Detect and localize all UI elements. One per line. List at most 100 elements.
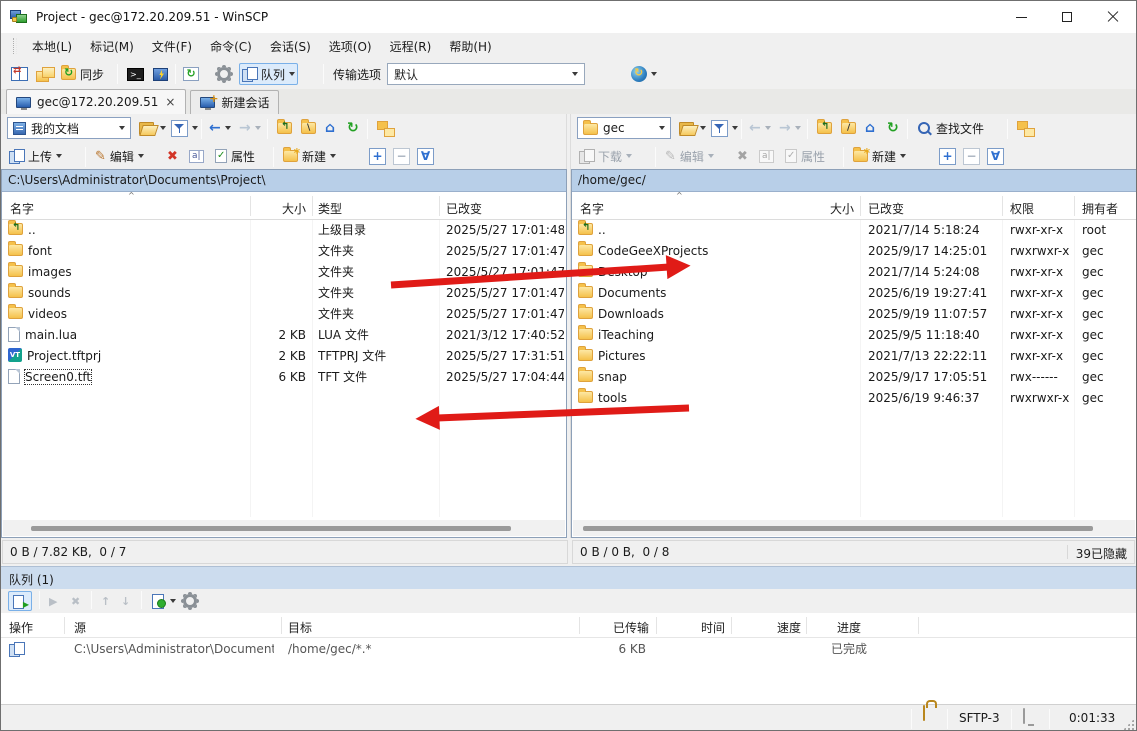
remote-col-perm[interactable]: 权限 [1010, 200, 1034, 217]
console-button[interactable]: >_ [125, 63, 146, 85]
file-row[interactable]: sounds 文件夹 2025/5/27 17:01:47 [2, 283, 566, 304]
local-parent-dir-button[interactable] [275, 117, 294, 139]
transfer-settings-dropdown[interactable]: 默认 [387, 63, 585, 85]
remote-edit-button[interactable]: ✎编辑 [663, 145, 716, 167]
local-col-size[interactable]: 大小 [252, 200, 306, 217]
maximize-button[interactable] [1044, 1, 1090, 33]
remote-unselect-button[interactable]: − [961, 145, 982, 167]
remote-refresh-button[interactable]: ↻ [885, 117, 901, 139]
queue-move-down-button[interactable]: ↓ [119, 591, 132, 611]
queue-row[interactable]: C:\Users\Administrator\Documents\Pr... /… [1, 638, 1136, 661]
file-row[interactable]: tools 2025/6/19 9:46:37 rwxrwxr-x gec [572, 388, 1136, 409]
queue-resume-button[interactable]: ▶ [47, 591, 59, 611]
local-directory-dropdown[interactable]: 我的文档 [7, 117, 131, 139]
file-row[interactable]: .. 2021/7/14 5:18:24 rwxr-xr-x root [572, 220, 1136, 241]
download-button[interactable]: 下载 [577, 145, 634, 167]
remote-path-bar[interactable]: /home/gec/ [572, 170, 1136, 192]
local-col-type[interactable]: 类型 [318, 200, 342, 217]
remote-col-owner[interactable]: 拥有者 [1082, 200, 1118, 217]
remote-home-button[interactable]: ⌂ [863, 117, 877, 139]
local-rename-button[interactable]: a| [187, 145, 206, 167]
remote-parent-dir-button[interactable] [815, 117, 834, 139]
remote-col-size[interactable]: 大小 [800, 200, 854, 217]
upload-button[interactable]: 上传 [7, 145, 64, 167]
local-select-button[interactable]: + [367, 145, 388, 167]
file-row[interactable]: images 文件夹 2025/5/27 17:01:47 [2, 262, 566, 283]
queue-move-up-button[interactable]: ↑ [99, 591, 112, 611]
remote-filter-button[interactable] [709, 117, 740, 139]
remote-new-button[interactable]: 新建 [851, 145, 908, 167]
synchronize-button[interactable]: 同步 [59, 63, 106, 85]
local-file-list[interactable]: .. 上级目录 2025/5/27 17:01:48 font 文件夹 2025… [2, 220, 566, 517]
remote-horizontal-scrollbar[interactable] [573, 520, 1135, 536]
minimize-button[interactable] [998, 1, 1044, 33]
local-edit-button[interactable]: ✎编辑 [93, 145, 146, 167]
remote-invert-selection-button[interactable]: ∀ [985, 145, 1006, 167]
local-forward-button[interactable]: → [237, 117, 263, 139]
resize-grip[interactable] [1122, 718, 1135, 731]
file-row[interactable]: Documents 2025/6/19 19:27:41 rwxr-xr-x g… [572, 283, 1136, 304]
remote-select-button[interactable]: + [937, 145, 958, 167]
queue-col-operation[interactable]: 操作 [9, 619, 33, 636]
preferences-button[interactable] [215, 63, 233, 85]
close-button[interactable] [1090, 1, 1136, 33]
menu-command[interactable]: 命令(C) [201, 34, 261, 59]
menu-mark[interactable]: 标记(M) [81, 34, 143, 59]
remote-properties-button[interactable]: 属性 [783, 145, 827, 167]
remote-forward-button[interactable]: → [777, 117, 803, 139]
file-row[interactable]: Pictures 2021/7/13 22:22:11 rwxr-xr-x ge… [572, 346, 1136, 367]
local-home-button[interactable]: ⌂ [323, 117, 337, 139]
scrollbar-thumb[interactable] [583, 526, 1093, 531]
local-filter-button[interactable] [169, 117, 200, 139]
local-tree-toggle[interactable] [375, 117, 395, 139]
remote-file-list[interactable]: .. 2021/7/14 5:18:24 rwxr-xr-x root Code… [572, 220, 1136, 517]
file-row[interactable]: font 文件夹 2025/5/27 17:01:47 [2, 241, 566, 262]
queue-col-progress[interactable]: 进度 [837, 619, 861, 636]
menu-help[interactable]: 帮助(H) [440, 34, 500, 59]
queue-col-target[interactable]: 目标 [288, 619, 312, 636]
sync-browsing-button[interactable] [34, 63, 56, 85]
local-path-bar[interactable]: C:\Users\Administrator\Documents\Project… [2, 170, 566, 192]
file-row[interactable]: snap 2025/9/17 17:05:51 rwx------ gec [572, 367, 1136, 388]
local-properties-button[interactable]: 属性 [213, 145, 257, 167]
local-col-name[interactable]: 名字 [10, 200, 34, 217]
local-unselect-button[interactable]: − [391, 145, 412, 167]
queue-preferences-button[interactable] [181, 591, 199, 611]
remote-tree-toggle[interactable] [1015, 117, 1035, 139]
local-refresh-button[interactable]: ↻ [345, 117, 361, 139]
local-col-changed[interactable]: 已改变 [446, 200, 482, 217]
remote-col-changed[interactable]: 已改变 [868, 200, 904, 217]
putty-button[interactable] [151, 63, 170, 85]
local-delete-button[interactable]: ✖ [165, 145, 180, 167]
menu-options[interactable]: 选项(O) [320, 34, 381, 59]
local-new-button[interactable]: 新建 [281, 145, 338, 167]
queue-process-button[interactable] [6, 591, 34, 611]
file-row[interactable]: Downloads 2025/9/19 11:07:57 rwxr-xr-x g… [572, 304, 1136, 325]
file-row[interactable]: Desktop 2021/7/14 5:24:08 rwxr-xr-x gec [572, 262, 1136, 283]
menu-file[interactable]: 文件(F) [143, 34, 201, 59]
file-row[interactable]: iTeaching 2025/9/5 11:18:40 rwxr-xr-x ge… [572, 325, 1136, 346]
remote-root-dir-button[interactable] [839, 117, 858, 139]
menu-remote[interactable]: 远程(R) [381, 34, 441, 59]
remote-open-directory-button[interactable] [677, 117, 708, 139]
menu-local[interactable]: 本地(L) [23, 34, 81, 59]
queue-col-time[interactable]: 时间 [661, 619, 725, 636]
file-row[interactable]: main.lua 2 KB LUA 文件 2021/3/12 17:40:52 [2, 325, 566, 346]
swap-panels-button[interactable] [9, 63, 30, 85]
tab-close-icon[interactable]: × [164, 95, 176, 109]
file-row[interactable]: VTProject.tftprj 2 KB TFTPRJ 文件 2025/5/2… [2, 346, 566, 367]
remote-back-button[interactable]: ← [747, 117, 773, 139]
local-open-directory-button[interactable] [137, 117, 168, 139]
menu-session[interactable]: 会话(S) [261, 34, 320, 59]
local-back-button[interactable]: ← [207, 117, 233, 139]
queue-delete-button[interactable]: ✖ [69, 591, 82, 611]
file-row[interactable]: videos 文件夹 2025/5/27 17:01:47 [2, 304, 566, 325]
new-session-tab[interactable]: 新建会话 [190, 90, 279, 114]
file-row[interactable]: Screen0.tft 6 KB TFT 文件 2025/5/27 17:04:… [2, 367, 566, 388]
remote-col-name[interactable]: 名字 [580, 200, 604, 217]
queue-toggle-button[interactable]: 队列 [239, 63, 298, 85]
remote-rename-button[interactable]: a| [757, 145, 776, 167]
queue-col-speed[interactable]: 速度 [737, 619, 801, 636]
file-row[interactable]: CodeGeeXProjects 2025/9/17 14:25:01 rwxr… [572, 241, 1136, 262]
queue-cycle-button[interactable] [149, 591, 178, 611]
